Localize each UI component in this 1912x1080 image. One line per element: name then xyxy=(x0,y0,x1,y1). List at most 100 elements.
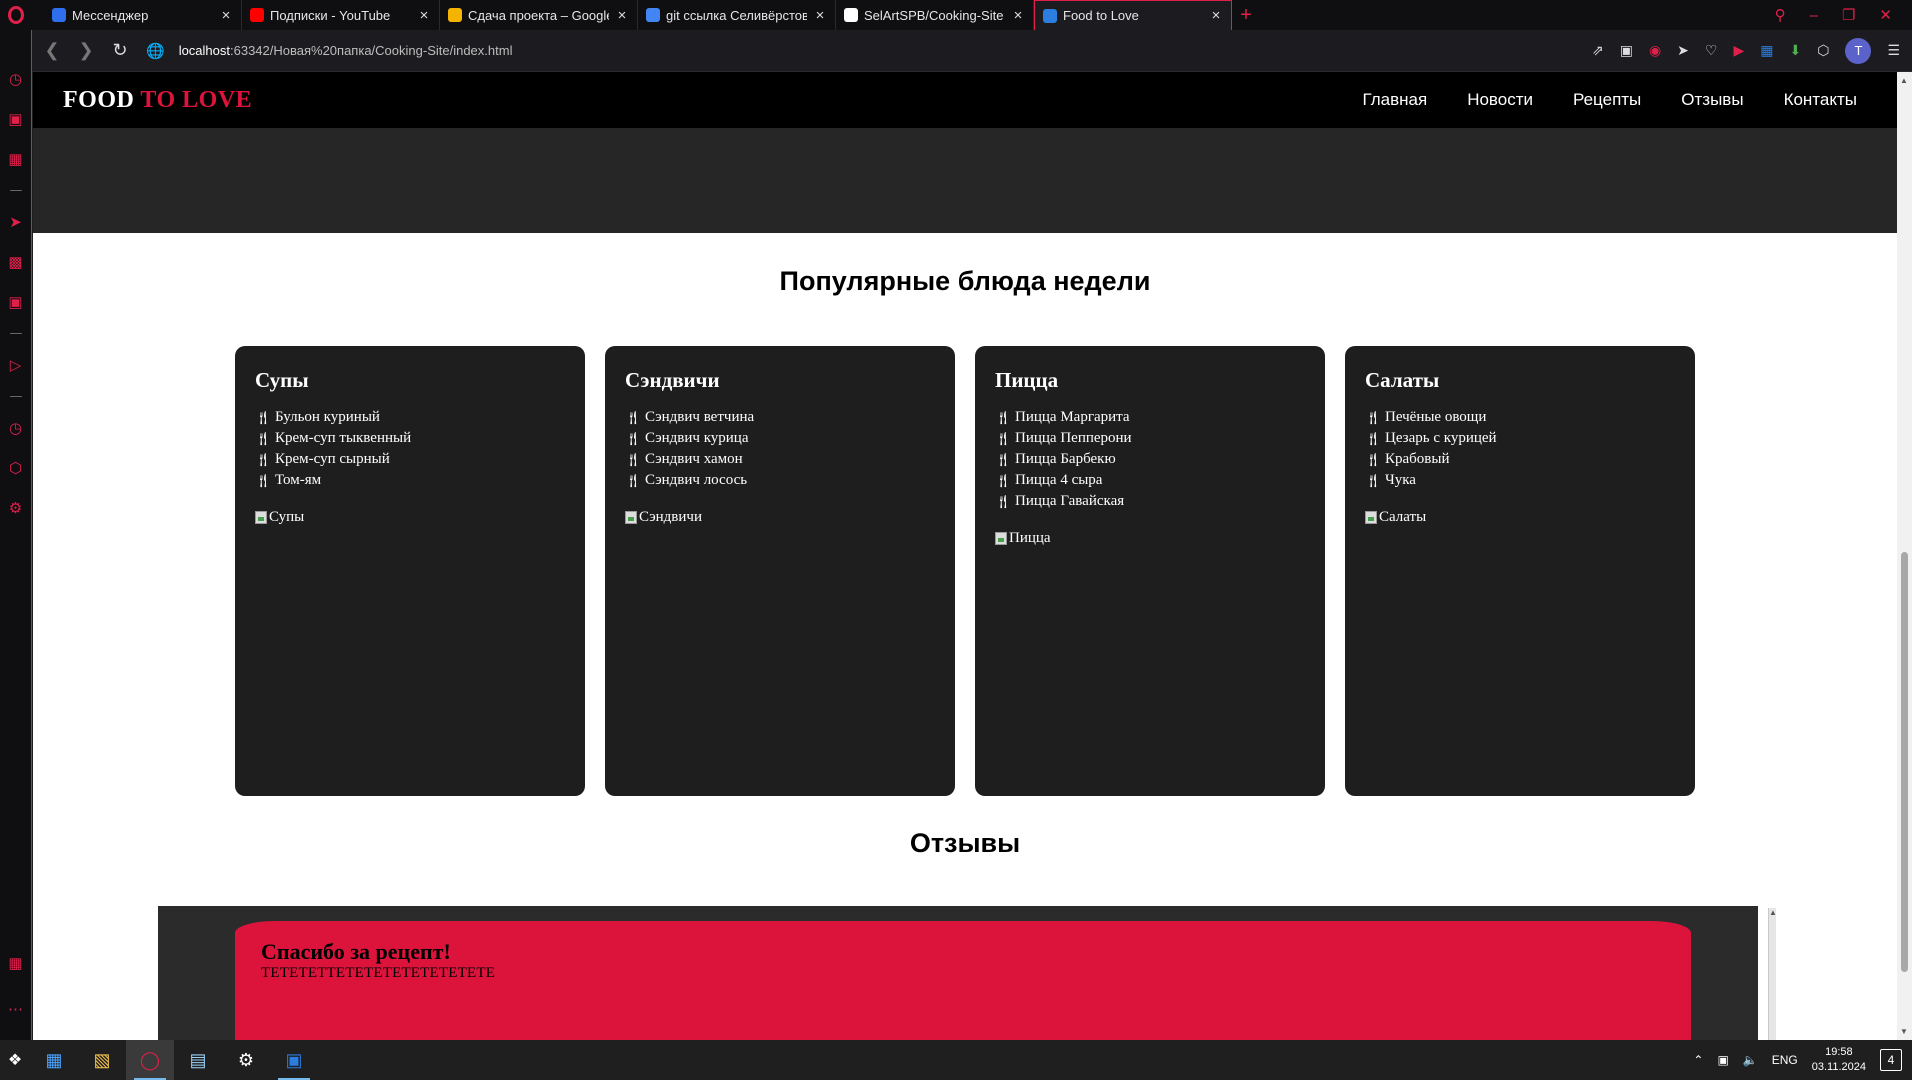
fork-knife-icon: 🍴︎ xyxy=(1365,452,1382,467)
new-tab-button[interactable]: + xyxy=(1232,0,1260,30)
taskbar-store[interactable]: ▦ xyxy=(30,1040,78,1080)
reviews-scrollbar[interactable]: ▲ xyxy=(1768,908,1777,1040)
icon-webstorm xyxy=(1043,8,1057,23)
nav-link[interactable]: Отзывы xyxy=(1681,90,1743,110)
browser-tab[interactable]: Food to Love × xyxy=(1034,0,1232,30)
workspace-icon[interactable]: ▣ xyxy=(8,110,22,128)
aria-icon[interactable]: ▦ xyxy=(8,150,22,168)
hero-banner xyxy=(33,128,1897,233)
dish-name: Сэндвич курица xyxy=(645,430,749,446)
site-info-icon[interactable]: 🌐 xyxy=(146,42,165,60)
reviews-container[interactable]: Спасибо за рецепт! ТЕТЕТЕТТЕТЕТЕТЕТЕТЕТЕ… xyxy=(158,906,1758,1040)
scroll-up-arrow-icon[interactable]: ▲ xyxy=(1769,908,1777,917)
notification-center-button[interactable]: 4 xyxy=(1880,1049,1902,1071)
site-logo[interactable]: FOOD TO LOVE xyxy=(63,87,252,114)
language-indicator[interactable]: ENG xyxy=(1772,1053,1798,1067)
site-nav: Главная Новости Рецепты Отзывы Контакты xyxy=(1362,90,1857,110)
nav-link[interactable]: Новости xyxy=(1467,90,1533,110)
gallery-icon[interactable]: ▦ xyxy=(8,954,22,972)
fork-knife-icon: 🍴︎ xyxy=(255,431,272,446)
store-icon: ▦ xyxy=(45,1049,63,1070)
nav-link[interactable]: Рецепты xyxy=(1573,90,1641,110)
taskbar-webstorm[interactable]: ▣ xyxy=(270,1040,318,1080)
snapshot-icon[interactable]: ▣ xyxy=(1620,42,1633,59)
dish-name: Сэндвич ветчина xyxy=(645,409,755,425)
nav-link[interactable]: Главная xyxy=(1362,90,1427,110)
clock[interactable]: 19:58 03.11.2024 xyxy=(1812,1045,1866,1075)
restore-button[interactable]: ❐ xyxy=(1842,6,1855,24)
more-icon[interactable]: ⋯ xyxy=(8,1000,23,1018)
volume-icon[interactable]: 🔈 xyxy=(1743,1053,1758,1067)
dish-name: Пицца Гавайская xyxy=(1015,493,1125,509)
minimize-button[interactable]: – xyxy=(1810,7,1818,24)
forward-button[interactable]: ❯ xyxy=(78,40,94,61)
tab-close-icon[interactable]: × xyxy=(813,7,827,24)
dish-card: Супы 🍴︎ Бульон куриный 🍴︎ Крем-суп тыквенный… xyxy=(235,346,585,796)
taskbar-opera[interactable]: ◯ xyxy=(126,1040,174,1080)
tray-overflow-icon[interactable]: ⌃ xyxy=(1693,1053,1703,1067)
start-button[interactable]: ❖ xyxy=(0,1040,30,1080)
tab-close-icon[interactable]: × xyxy=(1209,7,1223,24)
vk-icon[interactable]: ▩ xyxy=(8,253,22,271)
opera-menu-button[interactable] xyxy=(0,0,32,30)
discord-icon[interactable]: ▣ xyxy=(8,293,22,311)
tab-close-icon[interactable]: × xyxy=(219,7,233,24)
download-extension-icon[interactable]: ⬇ xyxy=(1789,42,1801,59)
scroll-down-arrow-icon[interactable]: ▼ xyxy=(1900,1027,1908,1036)
fork-knife-icon: 🍴︎ xyxy=(625,410,642,425)
search-tabs-icon[interactable]: ⚲ xyxy=(1775,6,1786,24)
browser-tab[interactable]: git ссылка Селивёрстов - (× xyxy=(638,0,836,30)
adblock-icon[interactable]: ◉ xyxy=(1649,42,1661,59)
cube-icon[interactable]: ⬡ xyxy=(9,459,22,477)
tab-title: Сдача проекта – Google Д xyxy=(468,7,609,23)
extensions-icon[interactable]: ⬡ xyxy=(1817,42,1829,59)
back-button[interactable]: ❮ xyxy=(44,40,60,61)
url-field[interactable]: 🌐 localhost:63342/Новая%20папка/Cooking-… xyxy=(146,42,512,60)
heart-icon[interactable]: ♡ xyxy=(1705,42,1718,59)
logo-accent-text: TO LOVE xyxy=(140,86,253,113)
scroll-up-arrow-icon[interactable]: ▲ xyxy=(1900,76,1908,85)
broken-image-icon xyxy=(625,511,637,524)
webstorm-icon: ▣ xyxy=(285,1049,303,1070)
tab-close-icon[interactable]: × xyxy=(417,7,431,24)
dish-name: Цезарь с курицей xyxy=(1385,430,1497,446)
profile-avatar[interactable]: T xyxy=(1845,37,1872,64)
tab-close-icon[interactable]: × xyxy=(615,7,629,24)
dish-item: 🍴︎ Сэндвич ветчина xyxy=(625,407,935,428)
taskbar-steam[interactable]: ⚙ xyxy=(222,1040,270,1080)
easy-setup-icon[interactable]: ☰ xyxy=(1887,42,1900,59)
history-icon[interactable]: ◷ xyxy=(9,419,22,437)
page-scrollbar[interactable]: ▲ ▼ xyxy=(1897,72,1912,1040)
browser-tab[interactable]: Подписки - YouTube × xyxy=(242,0,440,30)
windows-taskbar: ❖ ▦ ▧ ◯ ▤ ⚙ ▣ ⌃ ▣ 🔈 ENG 19:58 03.11.2024… xyxy=(0,1040,1912,1080)
browser-tab[interactable]: Сдача проекта – Google Д × xyxy=(440,0,638,30)
dish-name: Сэндвич хамон xyxy=(645,451,743,467)
opera-logo-icon xyxy=(8,6,24,24)
speed-dial-icon[interactable]: ◷ xyxy=(9,70,22,88)
tab-close-icon[interactable]: × xyxy=(1011,7,1025,24)
dish-card: Салаты 🍴︎ Печёные овощи 🍴︎ Цезарь с курицей 🍴… xyxy=(1345,346,1695,796)
close-window-button[interactable]: ✕ xyxy=(1879,6,1892,24)
translate-extension-icon[interactable]: ▦ xyxy=(1760,42,1773,59)
taskbar-notepad[interactable]: ▤ xyxy=(174,1040,222,1080)
youtube-extension-icon[interactable]: ▶ xyxy=(1733,42,1744,59)
reload-button[interactable]: ↻ xyxy=(112,40,128,61)
browser-tab[interactable]: Мессенджер × xyxy=(44,0,242,30)
share-icon[interactable]: ⇗ xyxy=(1592,42,1604,59)
notepad-icon: ▤ xyxy=(189,1049,207,1070)
dish-item: 🍴︎ Пицца Гавайская xyxy=(995,491,1305,512)
settings-gear-icon[interactable]: ⚙ xyxy=(9,499,22,517)
broken-image-icon xyxy=(1365,511,1377,524)
icon-google-docs xyxy=(646,8,660,22)
site-header: FOOD TO LOVE Главная Новости Рецепты Отзывы… xyxy=(33,72,1897,128)
dish-item: 🍴︎ Сэндвич лосось xyxy=(625,470,935,491)
dish-name: Том-ям xyxy=(275,472,322,488)
telegram-icon[interactable]: ➤ xyxy=(9,213,22,231)
nav-link[interactable]: Контакты xyxy=(1784,90,1857,110)
send-icon[interactable]: ➤ xyxy=(1677,42,1689,59)
network-icon[interactable]: ▣ xyxy=(1717,1053,1728,1067)
player-icon[interactable]: ▷ xyxy=(10,356,22,374)
scrollbar-thumb[interactable] xyxy=(1901,552,1908,972)
taskbar-explorer[interactable]: ▧ xyxy=(78,1040,126,1080)
browser-tab[interactable]: SelArtSPB/Cooking-Site × xyxy=(836,0,1034,30)
